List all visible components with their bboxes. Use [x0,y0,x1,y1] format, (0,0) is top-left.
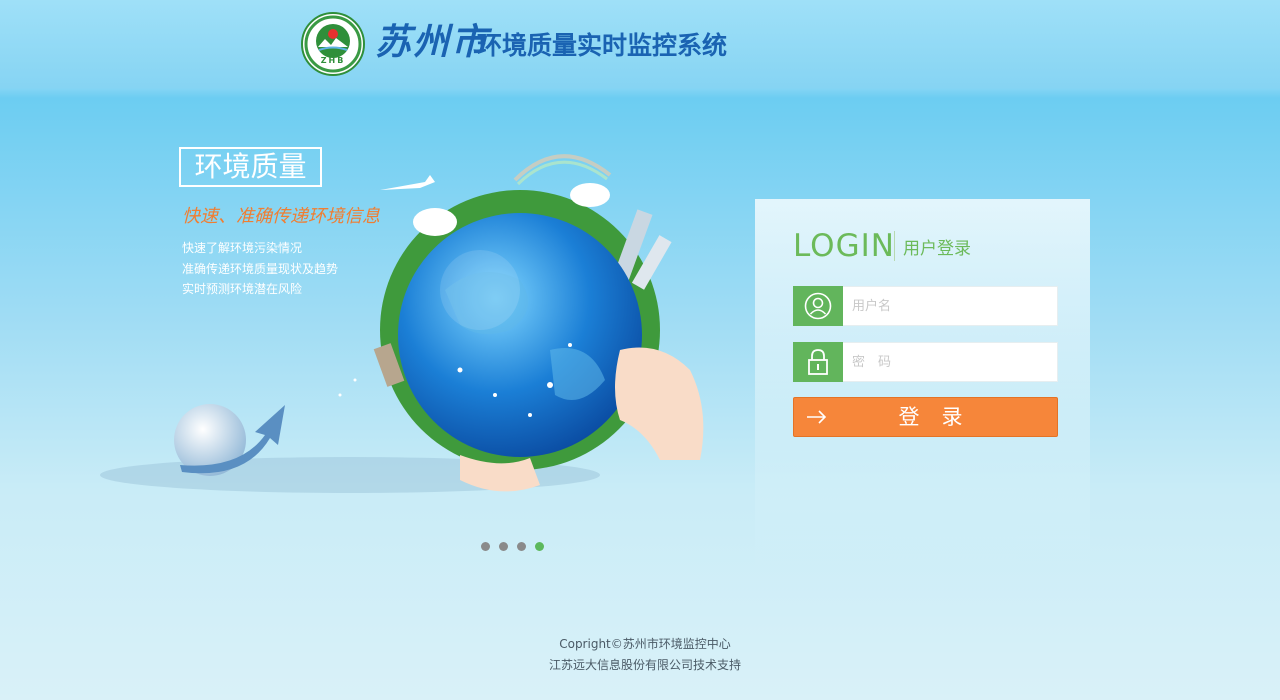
emblem-text: ZHB [320,56,346,65]
footer-support: 江苏远大信息股份有限公司技术支持 [548,658,741,672]
carousel-dot[interactable] [499,542,508,551]
password-field [793,342,1058,382]
city-name: 苏州市 [375,21,490,63]
login-title-divider [894,231,895,261]
lock-icon [793,342,843,382]
username-field [793,286,1058,326]
carousel-dot-active[interactable] [535,542,544,551]
carousel-dot[interactable] [481,542,490,551]
login-title: LOGIN [793,228,895,264]
password-input[interactable] [844,343,1058,381]
carousel-dots [481,542,544,551]
user-icon [793,286,843,326]
globe-illustration [100,154,704,493]
login-button[interactable]: 登录 [793,397,1058,437]
login-panel: LOGIN 用户登录 登录 [755,199,1090,569]
header-bar: ZHB 苏州市 环境质量实时监控系统 [0,0,1280,88]
carousel-dot[interactable] [517,542,526,551]
zhb-emblem-logo: ZHB [301,12,365,76]
login-subtitle: 用户登录 [903,239,971,259]
footer: Copright©苏州市环境监控中心 江苏远大信息股份有限公司技术支持 [0,634,1280,676]
login-button-label: 登录 [898,405,985,429]
footer-copyright: Copright©苏州市环境监控中心 [559,637,731,651]
username-input[interactable] [844,287,1058,325]
system-title: 环境质量实时监控系统 [477,31,728,60]
